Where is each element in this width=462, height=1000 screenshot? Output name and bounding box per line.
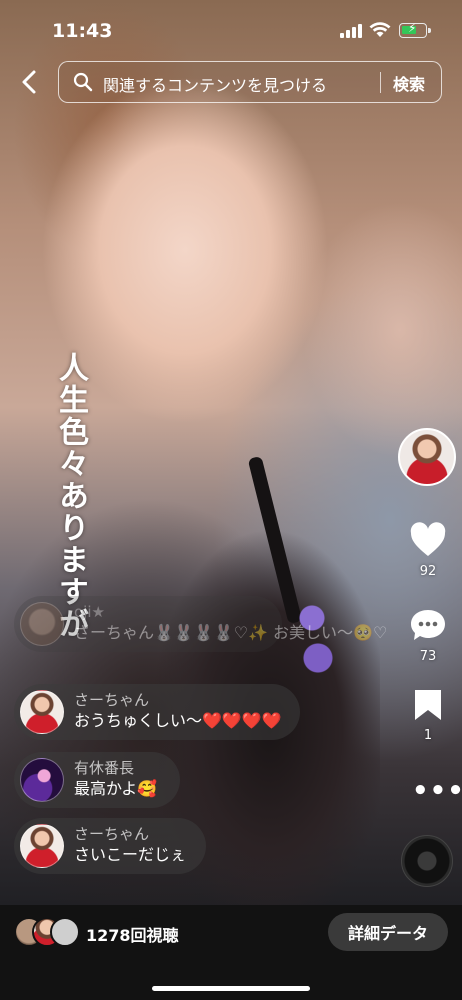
- video-detail: [292, 598, 338, 690]
- details-button[interactable]: 詳細データ: [328, 913, 448, 951]
- viewer-avatars[interactable]: [14, 917, 84, 947]
- comment-bubble-icon: [411, 610, 445, 640]
- comment-button[interactable]: 73: [403, 607, 453, 664]
- bottom-bar: 1278回視聴 詳細データ: [0, 905, 462, 1000]
- comment-author: oji★: [74, 603, 105, 621]
- live-video-screen: 11:43 ⚡ 関連するコンテンツを見つける 検索 人生色々ありますが 92 7…: [0, 0, 462, 1000]
- creator-avatar[interactable]: [398, 428, 456, 486]
- comment-author: さーちゃん: [74, 825, 150, 843]
- avatar: [20, 602, 64, 646]
- wifi-icon: [369, 22, 391, 37]
- status-bar: 11:43 ⚡: [0, 0, 462, 54]
- save-count: 1: [423, 728, 433, 743]
- like-count: 92: [419, 564, 437, 579]
- avatar: [20, 824, 64, 868]
- comment-item[interactable]: oji★ さーちゃん🐰🐰🐰🐰♡✨ お美しい〜🥺♡: [14, 596, 388, 652]
- comment-count: 73: [419, 649, 437, 664]
- comment-author: さーちゃん: [74, 691, 150, 709]
- search-icon: [73, 72, 93, 92]
- comment-item[interactable]: 有休番長 最高かよ🥰: [14, 752, 180, 808]
- comment-author: 有休番長: [74, 759, 135, 777]
- save-button[interactable]: 1: [403, 688, 453, 743]
- cellular-signal-icon: [340, 24, 362, 38]
- search-bar[interactable]: 関連するコンテンツを見つける 検索: [58, 61, 442, 103]
- battery-icon: ⚡: [399, 21, 431, 38]
- search-button[interactable]: 検索: [393, 71, 425, 95]
- comment-text: さーちゃん🐰🐰🐰🐰♡✨ お美しい〜🥺♡: [74, 623, 388, 642]
- back-chevron-icon[interactable]: [16, 66, 44, 98]
- view-count[interactable]: 1278回視聴: [86, 922, 179, 946]
- comment-item[interactable]: さーちゃん さいこーだじぇ: [14, 818, 206, 874]
- like-button[interactable]: 92: [403, 522, 453, 579]
- avatar: [50, 917, 80, 947]
- avatar: [20, 758, 64, 802]
- comment-item[interactable]: さーちゃん おうちゅくしい〜❤️❤️❤️❤️: [14, 684, 300, 740]
- comment-text: おうちゅくしい〜❤️❤️❤️❤️: [74, 711, 282, 730]
- comment-text: 最高かよ🥰: [74, 779, 158, 798]
- bookmark-icon: [415, 690, 441, 720]
- home-indicator[interactable]: [152, 986, 310, 991]
- search-input[interactable]: 関連するコンテンツを見つける: [103, 72, 327, 96]
- more-options-icon[interactable]: •••: [412, 778, 462, 804]
- avatar: [20, 690, 64, 734]
- status-time: 11:43: [52, 20, 113, 42]
- heart-icon: [410, 522, 446, 556]
- comment-text: さいこーだじぇ: [74, 845, 187, 864]
- music-disc-icon[interactable]: [401, 835, 453, 887]
- search-divider: [380, 72, 381, 93]
